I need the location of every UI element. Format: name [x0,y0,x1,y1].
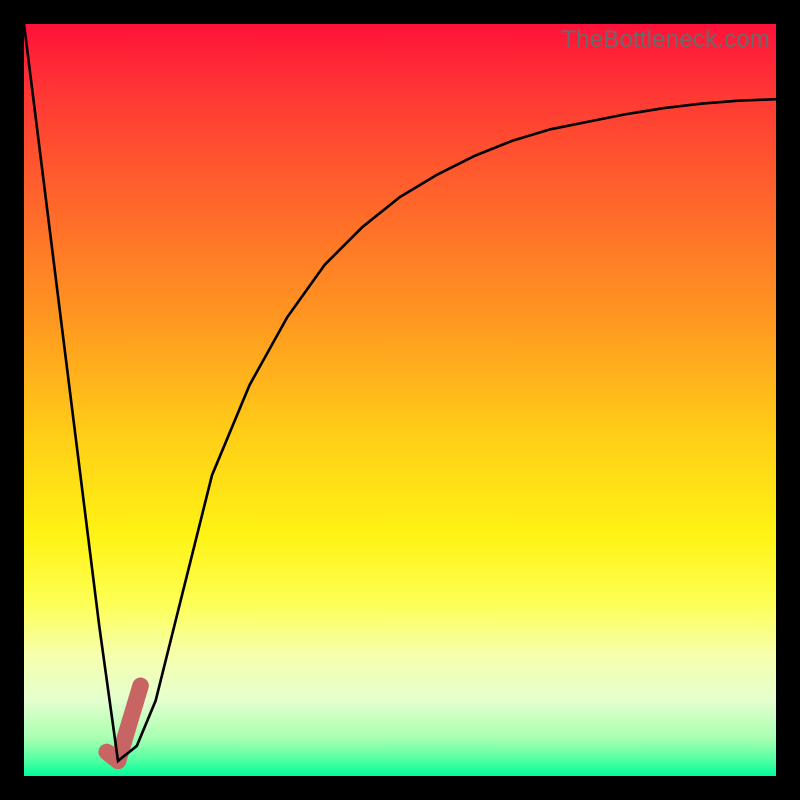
watermark-text: TheBottleneck.com [561,26,770,54]
curve-layer [24,24,776,776]
bottleneck-curve-line [24,24,776,761]
plot-area: TheBottleneck.com [24,24,776,776]
chart-frame: TheBottleneck.com [0,0,800,800]
